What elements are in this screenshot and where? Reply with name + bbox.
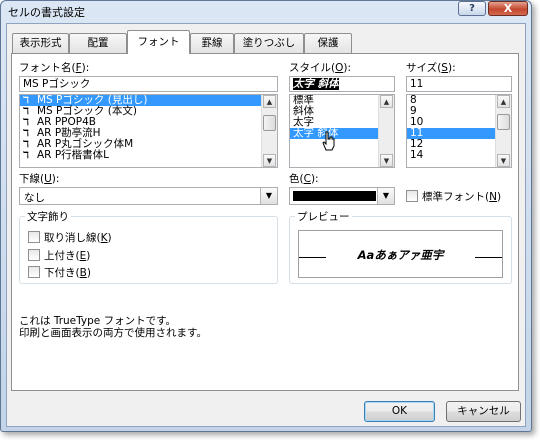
subscript-access-key: B [79,267,87,279]
scroll-down-icon[interactable]: ▼ [497,154,510,167]
effects-group-title: 文字飾り [25,209,71,224]
tab-number-format[interactable]: 表示形式 [12,33,69,53]
underline-access-key: U [44,173,52,185]
color-label-text: 色 [289,173,300,185]
superscript-access-key: E [79,250,87,262]
subscript-label[interactable]: 下付き(B) [44,265,91,280]
superscript-checkbox[interactable] [28,249,40,261]
hand-cursor-icon [322,131,335,151]
size-label: サイズ(S): [406,62,456,74]
style-label: スタイル(O): [289,62,352,74]
tab-font[interactable]: フォント [127,30,190,54]
superscript-label[interactable]: 上付き(E) [44,248,90,263]
cancel-button[interactable]: キャンセル [446,401,521,422]
strikethrough-label-text: 取り消し線 [44,232,97,244]
scroll-down-icon[interactable]: ▼ [263,154,276,167]
window-title: セルの書式設定 [8,6,85,19]
subscript-checkbox[interactable] [28,266,40,278]
tab-fill[interactable]: 塗りつぶし [234,33,304,53]
strikethrough-label[interactable]: 取り消し線(K) [44,230,112,245]
size-access-key: S [441,62,448,74]
color-access-key: C [303,173,311,185]
close-button[interactable]: X [488,1,528,16]
superscript-label-text: 上付き [44,250,76,262]
strikethrough-checkbox[interactable] [28,231,40,243]
font-name-label-text: フォント名 [19,62,72,74]
preview-sample-text: Aaあぁアァ亜宇 [357,248,444,262]
underline-select[interactable]: なし ▼ [19,187,278,205]
scroll-up-icon[interactable]: ▲ [380,95,393,108]
preview-box: Aaあぁアァ亜宇 [298,230,503,278]
tab-alignment[interactable]: 配置 [69,33,127,53]
underline-select-value: なし [24,192,45,204]
font-name-label: フォント名(F): [19,62,90,74]
color-swatch [293,191,376,201]
style-input-value: 太字 斜体 [293,78,339,90]
style-list-scrollbar[interactable]: ▲ ▼ [378,95,394,167]
ok-button[interactable]: OK [364,401,435,422]
normal-font-access-key: N [489,191,497,203]
style-label-text: スタイル [289,62,331,74]
font-list-item[interactable]: ℸ AR P行楷書体L [20,149,277,162]
truetype-icon: ℸ [23,151,29,161]
strikethrough-access-key: K [100,232,108,244]
font-name-input[interactable]: MS Pゴシック [19,76,278,92]
font-list-scrollbar[interactable]: ▲ ▼ [261,95,277,167]
help-button[interactable]: ? [458,1,486,16]
scroll-up-icon[interactable]: ▲ [497,95,510,108]
tab-protection[interactable]: 保護 [304,33,352,53]
normal-font-label[interactable]: 標準フォント(N) [422,189,501,204]
size-list-scrollbar[interactable]: ▲ ▼ [495,95,511,167]
font-name-access-key: F [75,62,82,74]
color-select[interactable]: ▼ [289,187,395,205]
size-input[interactable]: 11 [406,76,512,92]
style-access-key: O [335,62,344,74]
size-list[interactable]: 8 9 10 11 12 14 ▲ ▼ [406,94,512,168]
font-name-list[interactable]: ℸ MS Pゴシック (見出し) ℸ MS Pゴシック (本文) ℸ AR PPOP4… [19,94,278,168]
size-label-text: サイズ [406,62,438,74]
chevron-down-icon[interactable]: ▼ [377,188,394,204]
scroll-down-icon[interactable]: ▼ [380,154,393,167]
underline-label-text: 下線 [19,173,40,185]
scroll-thumb[interactable] [263,115,276,131]
normal-font-label-text: 標準フォント [422,191,485,203]
tab-border[interactable]: 罫線 [190,33,234,53]
normal-font-checkbox[interactable] [406,190,418,202]
preview-group-title: プレビュー [295,209,352,224]
subscript-label-text: 下付き [44,267,76,279]
font-list-item-label: AR P行楷書体L [37,149,109,161]
chevron-down-icon[interactable]: ▼ [260,188,277,204]
style-input[interactable]: 太字 斜体 [289,76,395,92]
scroll-up-icon[interactable]: ▲ [263,95,276,108]
info-text-line2: 印刷と画面表示の両方で使用されます。 [19,327,207,339]
color-label: 色(C): [289,173,319,185]
underline-label: 下線(U): [19,173,60,185]
style-list[interactable]: 標準 斜体 太字 太字 斜体 ▲ ▼ [289,94,395,168]
scroll-thumb[interactable] [497,114,510,130]
